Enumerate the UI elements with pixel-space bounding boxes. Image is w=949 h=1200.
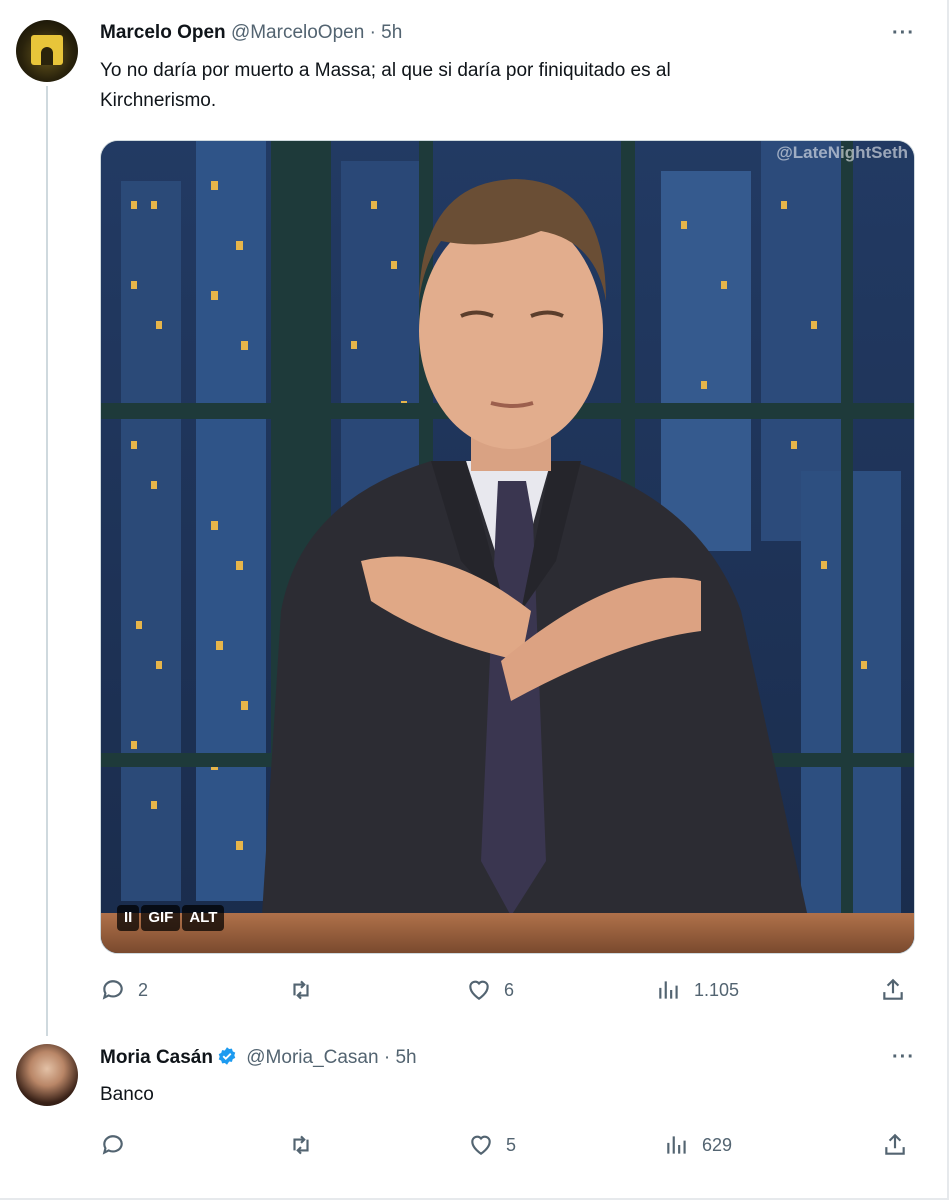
views-chart-icon	[667, 1136, 686, 1154]
pause-button[interactable]: II	[117, 905, 140, 931]
verified-badge-icon	[218, 1047, 236, 1065]
tweet-2-actions: 5 629	[100, 1127, 915, 1163]
heart-icon	[469, 980, 489, 1000]
heart-icon	[471, 1135, 491, 1155]
views-button[interactable]: 1.105	[656, 972, 739, 1008]
tweet-2-text: Banco	[100, 1080, 154, 1110]
retweet-icon	[293, 980, 309, 1000]
tweet-1-text: Yo no daría por muerto a Massa; al que s…	[100, 56, 671, 116]
like-button[interactable]: 6	[466, 972, 514, 1008]
more-options-icon[interactable]: ···	[892, 22, 915, 45]
retweet-icon	[293, 1135, 309, 1155]
views-button[interactable]: 629	[664, 1127, 732, 1163]
separator-dot: ·	[369, 22, 376, 43]
reply-button[interactable]	[100, 1127, 138, 1163]
display-name[interactable]: Marcelo Open	[100, 22, 226, 43]
reply-icon	[102, 1135, 123, 1155]
retweet-button[interactable]	[288, 1127, 326, 1163]
tweet-text-line: Yo no daría por muerto a Massa; al que s…	[100, 60, 671, 81]
alt-text-button[interactable]: ALT	[182, 905, 225, 931]
user-handle[interactable]: @MarceloOpen	[231, 22, 364, 43]
tweet-1-actions: 2 6 1.105	[100, 972, 915, 1008]
retweet-button[interactable]	[288, 972, 326, 1008]
media-badges: II GIF ALT	[117, 905, 225, 931]
share-icon	[885, 1133, 905, 1155]
more-options-icon[interactable]: ···	[892, 1046, 915, 1069]
separator-dot: ·	[383, 1047, 391, 1068]
user-handle[interactable]: @Moria_Casan	[246, 1047, 378, 1068]
views-chart-icon	[659, 981, 678, 999]
tweet-2-header: Moria Casán @Moria_Casan · 5h	[100, 1046, 417, 1069]
like-count: 6	[504, 979, 515, 1000]
timestamp[interactable]: 5h	[395, 1047, 416, 1068]
share-button[interactable]	[882, 1127, 908, 1163]
thread-connector-line	[46, 86, 48, 1036]
tweet-text-line: Kirchnerismo.	[100, 90, 217, 111]
timestamp[interactable]: 5h	[381, 22, 402, 43]
view-count: 629	[702, 1134, 733, 1155]
like-count: 5	[506, 1134, 517, 1155]
avatar-marcelo-open[interactable]	[16, 20, 78, 82]
reply-button[interactable]: 2	[100, 972, 148, 1008]
display-name[interactable]: Moria Casán	[100, 1047, 213, 1068]
arch-logo	[31, 35, 63, 65]
gif-badge: GIF	[141, 905, 181, 931]
reply-count: 2	[138, 979, 149, 1000]
like-button[interactable]: 5	[468, 1127, 516, 1163]
avatar-moria-casan[interactable]	[16, 1044, 78, 1106]
gif-media[interactable]: @LateNightSeth II GIF ALT	[100, 140, 915, 954]
gif-frame-illustration	[101, 141, 914, 953]
view-count: 1.105	[694, 979, 740, 1000]
reply-icon	[102, 980, 123, 1000]
media-watermark: @LateNightSeth	[776, 143, 908, 162]
share-icon	[883, 978, 903, 1000]
tweet-text-line: Banco	[100, 1084, 154, 1105]
tweet-1-header: Marcelo Open @MarceloOpen · 5h	[100, 22, 402, 44]
share-button[interactable]	[880, 972, 906, 1008]
